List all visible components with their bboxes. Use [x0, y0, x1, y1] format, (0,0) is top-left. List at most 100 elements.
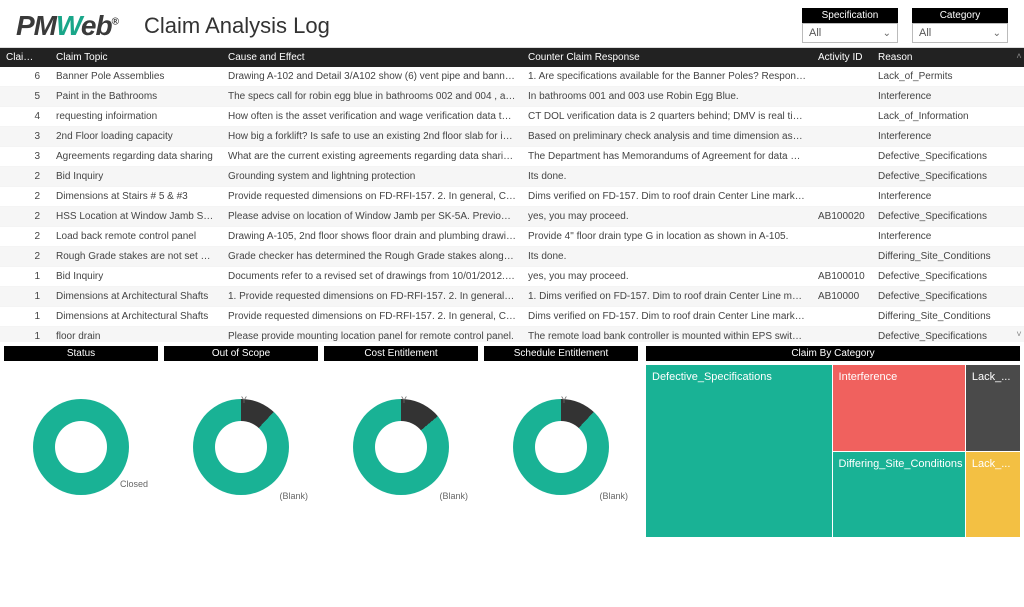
- cell-claim-number: 4: [0, 107, 50, 126]
- filter-label-specification: Specification: [802, 8, 898, 23]
- cell-claim-topic: Bid Inquiry: [50, 167, 222, 186]
- col-counter-claim-response[interactable]: Counter Claim Response: [522, 48, 812, 67]
- col-activity-id[interactable]: Activity ID: [812, 48, 872, 67]
- cell-counter-response: Dims verified on FD-157. Dim to roof dra…: [522, 307, 812, 326]
- logo-text-pm: PM: [16, 10, 56, 41]
- cell-counter-response: yes, you may proceed.: [522, 207, 812, 226]
- cell-reason: Interference: [872, 187, 1000, 206]
- cell-activity-id: [812, 167, 872, 186]
- chart-title-out-of-scope: Out of Scope: [164, 346, 318, 361]
- table-scrollbar[interactable]: ˄ ˅: [1014, 48, 1024, 342]
- treemap-chart[interactable]: Defective_Specifications Interference La…: [646, 365, 1020, 537]
- treemap-cell-differing[interactable]: Differing_Site_Conditions: [833, 452, 965, 538]
- cell-reason: Defective_Specifications: [872, 207, 1000, 226]
- cell-claim-number: 2: [0, 247, 50, 266]
- cell-claim-topic: Rough Grade stakes are not set at reque.…: [50, 247, 222, 266]
- donut-legend-blank: (Blank): [439, 491, 468, 501]
- filter-select-category[interactable]: All ⌄: [912, 23, 1008, 43]
- cell-activity-id: [812, 187, 872, 206]
- cell-counter-response: 1. Are specifications available for the …: [522, 67, 812, 86]
- cell-reason: Interference: [872, 227, 1000, 246]
- treemap-cell-interference[interactable]: Interference: [833, 365, 965, 451]
- cell-counter-response: yes, you may proceed.: [522, 267, 812, 286]
- cell-claim-topic: Banner Pole Assemblies: [50, 67, 222, 86]
- table-row[interactable]: 1Bid InquiryDocuments refer to a revised…: [0, 267, 1024, 287]
- treemap-cell-defective[interactable]: Defective_Specifications: [646, 365, 832, 537]
- col-claim-topic[interactable]: Claim Topic: [50, 48, 222, 67]
- col-claim-number[interactable]: Claim #▼: [0, 48, 50, 67]
- cell-claim-topic: Load back remote control panel: [50, 227, 222, 246]
- cell-claim-number: 2: [0, 167, 50, 186]
- cell-claim-number: 2: [0, 227, 50, 246]
- cell-activity-id: [812, 87, 872, 106]
- donut-legend-blank: (Blank): [279, 491, 308, 501]
- donut-legend-blank: (Blank): [599, 491, 628, 501]
- cell-reason: Differing_Site_Conditions: [872, 247, 1000, 266]
- filter-value-specification: All: [809, 27, 821, 39]
- table-row[interactable]: 4requesting infoirmationHow often is the…: [0, 107, 1024, 127]
- table-row[interactable]: 1Dimensions at Architectural ShaftsProvi…: [0, 307, 1024, 327]
- cell-activity-id: [812, 327, 872, 342]
- cell-claim-topic: requesting infoirmation: [50, 107, 222, 126]
- cell-claim-topic: 2nd Floor loading capacity: [50, 127, 222, 146]
- cell-cause-effect: How big a forklift? Is safe to use an ex…: [222, 127, 522, 146]
- chevron-down-icon: ⌄: [993, 28, 1001, 39]
- donut-legend-y: Y: [401, 395, 407, 405]
- cell-activity-id: AB100020: [812, 207, 872, 226]
- cell-reason: Differing_Site_Conditions: [872, 307, 1000, 326]
- cell-cause-effect: Please advise on location of Window Jamb…: [222, 207, 522, 226]
- cell-reason: Lack_of_Permits: [872, 67, 1000, 86]
- col-cause-effect[interactable]: Cause and Effect: [222, 48, 522, 67]
- cell-cause-effect: Drawing A-102 and Detail 3/A102 show (6)…: [222, 67, 522, 86]
- cell-reason: Interference: [872, 127, 1000, 146]
- table-row[interactable]: 2HSS Location at Window Jamb SK-5APlease…: [0, 207, 1024, 227]
- donut-chart-status[interactable]: Closed: [4, 365, 158, 529]
- cell-activity-id: [812, 247, 872, 266]
- table-row[interactable]: 5Paint in the BathroomsThe specs call fo…: [0, 87, 1024, 107]
- cell-counter-response: In bathrooms 001 and 003 use Robin Egg B…: [522, 87, 812, 106]
- donut-legend-y: Y: [241, 395, 247, 405]
- table-row[interactable]: 1floor drainPlease provide mounting loca…: [0, 327, 1024, 342]
- claims-table: Claim #▼ Claim Topic Cause and Effect Co…: [0, 47, 1024, 342]
- donut-chart-schedule-entitlement[interactable]: Y (Blank): [484, 365, 638, 529]
- cell-claim-topic: floor drain: [50, 327, 222, 342]
- col-reason[interactable]: Reason: [872, 48, 1000, 67]
- cell-activity-id: [812, 227, 872, 246]
- filter-select-specification[interactable]: All ⌄: [802, 23, 898, 43]
- cell-cause-effect: Provide requested dimensions on FD-RFI-1…: [222, 187, 522, 206]
- cell-claim-number: 2: [0, 207, 50, 226]
- donut-chart-cost-entitlement[interactable]: Y (Blank): [324, 365, 478, 529]
- cell-claim-number: 2: [0, 187, 50, 206]
- table-row[interactable]: 2Load back remote control panelDrawing A…: [0, 227, 1024, 247]
- cell-claim-topic: Agreements regarding data sharing: [50, 147, 222, 166]
- table-row[interactable]: 2Rough Grade stakes are not set at reque…: [0, 247, 1024, 267]
- chevron-down-icon: ⌄: [883, 28, 891, 39]
- cell-counter-response: Based on preliminary check analysis and …: [522, 127, 812, 146]
- scroll-down-icon[interactable]: ˅: [1016, 329, 1021, 339]
- donut-chart-out-of-scope[interactable]: Y (Blank): [164, 365, 318, 529]
- cell-claim-number: 6: [0, 67, 50, 86]
- cell-counter-response: CT DOL verification data is 2 quarters b…: [522, 107, 812, 126]
- cell-reason: Defective_Specifications: [872, 167, 1000, 186]
- page-title: Claim Analysis Log: [144, 13, 330, 39]
- cell-claim-number: 1: [0, 287, 50, 306]
- cell-counter-response: The remote load bank controller is mount…: [522, 327, 812, 342]
- table-row[interactable]: 3Agreements regarding data sharingWhat a…: [0, 147, 1024, 167]
- treemap-cell-lack-2[interactable]: Lack_...: [966, 452, 1020, 538]
- table-row[interactable]: 6Banner Pole AssembliesDrawing A-102 and…: [0, 67, 1024, 87]
- cell-cause-effect: The specs call for robin egg blue in bat…: [222, 87, 522, 106]
- cell-claim-topic: Dimensions at Architectural Shafts: [50, 287, 222, 306]
- treemap-cell-lack-1[interactable]: Lack_...: [966, 365, 1020, 451]
- scroll-up-icon[interactable]: ˄: [1016, 51, 1021, 61]
- cell-reason: Defective_Specifications: [872, 287, 1000, 306]
- cell-activity-id: [812, 147, 872, 166]
- cell-activity-id: [812, 107, 872, 126]
- donut-legend-y: Y: [561, 395, 567, 405]
- table-row[interactable]: 2Dimensions at Stairs # 5 & #3 Provide r…: [0, 187, 1024, 207]
- table-row[interactable]: 2Bid InquiryGrounding system and lightni…: [0, 167, 1024, 187]
- cell-reason: Defective_Specifications: [872, 147, 1000, 166]
- table-row[interactable]: 32nd Floor loading capacityHow big a for…: [0, 127, 1024, 147]
- table-row[interactable]: 1Dimensions at Architectural Shafts1. Pr…: [0, 287, 1024, 307]
- logo-text-w: W: [56, 10, 81, 41]
- cell-activity-id: AB100010: [812, 267, 872, 286]
